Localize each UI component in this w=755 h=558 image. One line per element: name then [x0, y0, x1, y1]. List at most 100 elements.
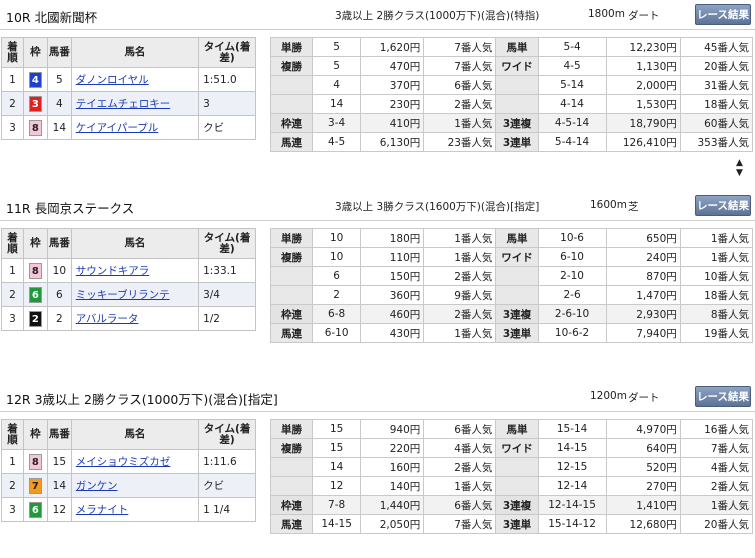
payout-amount: 460円 [360, 304, 425, 324]
payout-row: 複勝 5 470円 7番人気 ワイド 4-5 1,130円 20番人気 [269, 56, 754, 76]
payout-row: 単勝 10 180円 1番人気 馬単 10-6 650円 1番人気 [269, 228, 754, 248]
combination: 2 [312, 285, 362, 305]
finish-time: 1:11.6 [198, 449, 256, 474]
finish-time: 1/2 [198, 306, 256, 331]
horse-name-link[interactable]: メラナイト [76, 504, 129, 516]
payout-row: 単勝 15 940円 6番人気 馬単 15-14 4,970円 16番人気 [269, 419, 754, 439]
bet-type-label [269, 266, 314, 286]
header-time: タイム(着差) [198, 419, 256, 450]
popularity: 9番人気 [423, 285, 497, 305]
bet-type-label: 3連複 [495, 304, 539, 324]
race-result-button[interactable]: レース結果 [695, 4, 751, 25]
race-surface: ダート [628, 10, 660, 22]
bet-type-label: ワイド [495, 247, 539, 267]
frame-badge: 8 [28, 119, 42, 136]
popularity: 6番人気 [423, 419, 497, 439]
table-row: 1 8 15 メイショウミズカゼ 1:11.6 [1, 449, 256, 474]
finish-header-row: 着順 枠 馬番 馬名 タイム(着差) [1, 228, 256, 259]
bet-type-label [495, 285, 539, 305]
updown-arrows-icon[interactable]: ▲ ▼ [736, 158, 743, 178]
payout-amount: 7,940円 [605, 323, 681, 343]
bet-type-label: 3連複 [495, 113, 539, 133]
race-block-12r: 12R 3歳以上 2勝クラス(1000万下)(混合)[指定] 1200m ダート… [0, 382, 755, 558]
popularity: 353番人気 [679, 132, 754, 152]
bet-type-label [269, 75, 314, 95]
horse-name-link[interactable]: ガンケン [76, 480, 118, 492]
popularity: 18番人気 [679, 94, 754, 114]
payout-row: 馬連 14-15 2,050円 7番人気 3連単 15-14-12 12,680円 20番人気 [269, 514, 754, 534]
bet-type-label: 単勝 [269, 419, 314, 439]
combination: 15-14 [537, 419, 607, 439]
horse-name-link[interactable]: ミッキーブリランテ [76, 289, 170, 301]
finish-table: 着順 枠 馬番 馬名 タイム(着差) 1 8 15 メイショウミズカゼ 1:11… [1, 419, 256, 522]
payout-amount: 240円 [605, 247, 681, 267]
payout-amount: 1,530円 [605, 94, 681, 114]
horse-name-link[interactable]: サウンドキアラ [76, 265, 150, 277]
horse-number: 2 [46, 306, 72, 331]
race-result-button[interactable]: レース結果 [695, 195, 751, 216]
payout-row: 馬連 6-10 430円 1番人気 3連単 10-6-2 7,940円 19番人気 [269, 323, 754, 343]
combination: 5 [312, 56, 362, 76]
finish-header-row: 着順 枠 馬番 馬名 タイム(着差) [1, 37, 256, 68]
table-row: 1 4 5 ダノンロイヤル 1:51.0 [1, 67, 256, 92]
rank-cell: 3 [1, 497, 24, 522]
payout-amount: 470円 [360, 56, 425, 76]
popularity: 19番人気 [679, 323, 754, 343]
header-rank: 着順 [1, 37, 24, 68]
combination: 10-6-2 [537, 323, 607, 343]
race-result-button[interactable]: レース結果 [695, 386, 751, 407]
payout-row: 14 160円 2番人気 12-15 520円 4番人気 [269, 457, 754, 477]
combination: 6-10 [537, 247, 607, 267]
popularity: 7番人気 [423, 37, 497, 57]
payout-row: 枠連 7-8 1,440円 6番人気 3連複 12-14-15 1,410円 1番人気 [269, 495, 754, 515]
bet-type-label: 馬連 [269, 514, 314, 534]
popularity: 1番人気 [423, 476, 497, 496]
header-number: 馬番 [46, 228, 72, 259]
payout-amount: 410円 [360, 113, 425, 133]
popularity: 1番人気 [679, 247, 754, 267]
payout-amount: 640円 [605, 438, 681, 458]
bet-type-label: 単勝 [269, 228, 314, 248]
race-conditions: 3歳以上 2勝クラス(1000万下)(混合)(特指) [335, 10, 540, 22]
bet-type-label: 複勝 [269, 56, 314, 76]
combination: 5-4 [537, 37, 607, 57]
rank-cell: 1 [1, 67, 24, 92]
payout-amount: 1,620円 [360, 37, 425, 57]
table-row: 2 6 6 ミッキーブリランテ 3/4 [1, 282, 256, 307]
horse-name-link[interactable]: ケイアイパープル [76, 122, 158, 134]
horse-name-link[interactable]: アバルラータ [76, 313, 139, 325]
header-frame: 枠 [22, 228, 48, 259]
popularity: 31番人気 [679, 75, 754, 95]
bet-type-label: 馬連 [269, 323, 314, 343]
bet-type-label [269, 285, 314, 305]
payout-amount: 6,130円 [360, 132, 425, 152]
header-horse: 馬名 [70, 228, 200, 259]
race-title: 12R 3歳以上 2勝クラス(1000万下)(混合)[指定] [6, 392, 278, 407]
payout-amount: 18,790円 [605, 113, 681, 133]
horse-name-link[interactable]: ダノンロイヤル [76, 74, 149, 86]
popularity: 1番人気 [423, 113, 497, 133]
payout-table: 単勝 15 940円 6番人気 馬単 15-14 4,970円 16番人気 複勝 15 220円 4番… [269, 419, 754, 534]
bet-type-label [495, 94, 539, 114]
popularity: 1番人気 [423, 228, 497, 248]
frame-badge: 2 [28, 310, 42, 327]
payout-amount: 370円 [360, 75, 425, 95]
finish-time: クビ [198, 115, 256, 140]
combination: 12-14 [537, 476, 607, 496]
header-horse: 馬名 [70, 419, 200, 450]
combination: 15 [312, 419, 362, 439]
payout-amount: 230円 [360, 94, 425, 114]
bet-type-label: 枠連 [269, 495, 314, 515]
combination: 14-15 [312, 514, 362, 534]
combination: 4-5-14 [537, 113, 607, 133]
bet-type-label: 単勝 [269, 37, 314, 57]
horse-name-link[interactable]: テイエムチェロキー [76, 98, 170, 110]
rank-cell: 3 [1, 306, 24, 331]
horse-name-link[interactable]: メイショウミズカゼ [76, 456, 171, 468]
payout-row: 2 360円 9番人気 2-6 1,470円 18番人気 [269, 285, 754, 305]
payout-amount: 940円 [360, 419, 425, 439]
payout-amount: 12,230円 [605, 37, 681, 57]
finish-time: 1:33.1 [198, 258, 256, 283]
finish-time: 1 1/4 [198, 497, 256, 522]
race-conditions: 3歳以上 3勝クラス(1600万下)(混合)[指定] [335, 201, 540, 213]
